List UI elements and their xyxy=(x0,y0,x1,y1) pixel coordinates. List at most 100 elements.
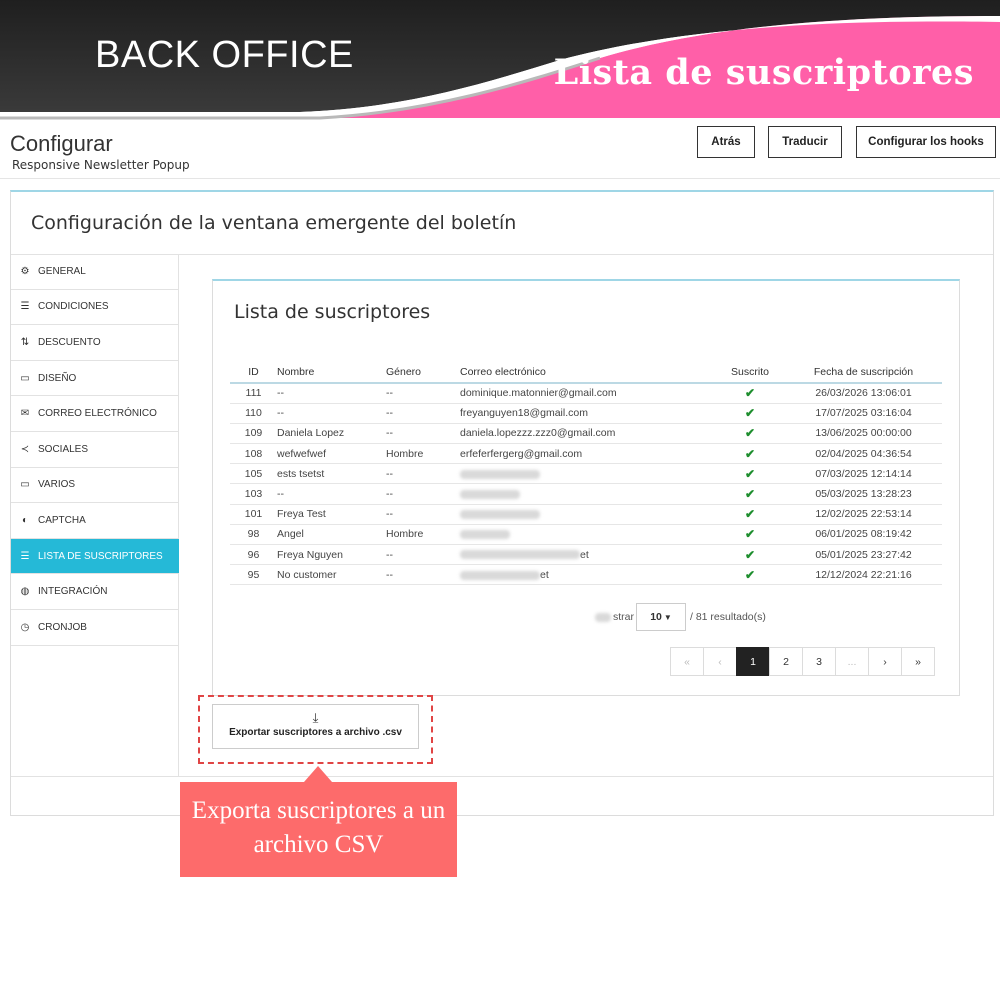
per-page-select[interactable]: 10 ▼ xyxy=(636,603,686,631)
cell-subscribed: ✔ xyxy=(715,564,785,586)
table-row: 110 -- -- freyanguyen18@gmail.com ✔ 17/0… xyxy=(230,403,942,424)
check-icon: ✔ xyxy=(744,406,756,421)
cell-name: No customer xyxy=(277,564,386,586)
sidebar-item-label: GENERAL xyxy=(38,265,86,277)
subscribers-card: Lista de suscriptores ID Nombre Género C… xyxy=(212,279,960,696)
first-page-button[interactable]: « xyxy=(670,647,704,676)
envelope-icon: ✉ xyxy=(20,408,30,420)
cell-subscribed: ✔ xyxy=(715,403,785,424)
cell-id: 105 xyxy=(230,463,277,485)
sidebar-item-email[interactable]: ✉ CORREO ELECTRÓNICO xyxy=(11,396,179,432)
sidebar-item-label: CAPTCHA xyxy=(38,514,86,526)
cell-name: Freya Nguyen xyxy=(277,544,386,566)
pagination: « ‹ 1 2 3 ... › » xyxy=(670,647,935,676)
table-row: 109 Daniela Lopez -- daniela.lopezzz.zzz… xyxy=(230,423,942,445)
sidebar-item-general[interactable]: ⚙ GENERAL xyxy=(11,254,179,290)
cell-name: -- xyxy=(277,403,386,424)
cell-email: daniela.lopezzz.zzz0@gmail.com xyxy=(460,423,715,445)
cell-name: ests tsetst xyxy=(277,463,386,485)
last-page-button[interactable]: » xyxy=(901,647,935,676)
cell-gender: -- xyxy=(386,463,460,485)
sidebar-item-subscribers[interactable]: ☰ LISTA DE SUSCRIPTORES xyxy=(11,538,179,575)
column-header-gender[interactable]: Género xyxy=(386,361,460,384)
cell-subscribed: ✔ xyxy=(715,483,785,505)
callout-pointer xyxy=(304,766,332,782)
sidebar-item-label: CONDICIONES xyxy=(38,301,109,313)
sort-icon: ⇅ xyxy=(20,336,30,348)
check-icon: ✔ xyxy=(744,567,756,582)
export-csv-button[interactable]: ⤓ Exportar suscriptores a archivo .csv xyxy=(212,704,419,749)
cell-subscribed: ✔ xyxy=(715,504,785,525)
cell-email-redacted xyxy=(460,463,715,485)
next-page-button[interactable]: › xyxy=(868,647,902,676)
settings-sidebar: ⚙ GENERAL ☰ CONDICIONES ⇅ DESCUENTO ▭ DI… xyxy=(11,254,179,646)
cell-email: freyanguyen18@gmail.com xyxy=(460,403,715,424)
sidebar-item-conditions[interactable]: ☰ CONDICIONES xyxy=(11,290,179,326)
desktop-icon: ▭ xyxy=(20,479,30,491)
pagination-ellipsis: ... xyxy=(835,647,869,676)
cell-gender: Hombre xyxy=(386,524,460,546)
cell-date: 13/06/2025 00:00:00 xyxy=(785,423,942,445)
sidebar-item-label: VARIOS xyxy=(38,479,76,491)
redacted-email xyxy=(460,509,540,519)
sidebar-item-design[interactable]: ▭ DISEÑO xyxy=(11,361,179,397)
sidebar-item-misc[interactable]: ▭ VARIOS xyxy=(11,468,179,504)
check-icon: ✔ xyxy=(744,507,756,522)
prev-page-button[interactable]: ‹ xyxy=(703,647,737,676)
cell-subscribed: ✔ xyxy=(715,524,785,546)
check-icon: ✔ xyxy=(744,487,756,502)
back-button[interactable]: Atrás xyxy=(697,126,755,158)
cell-date: 05/01/2025 23:27:42 xyxy=(785,544,942,566)
table-row: 95 No customer -- et ✔ 12/12/2024 22:21:… xyxy=(230,564,942,586)
cell-gender: -- xyxy=(386,383,460,404)
cell-name: Freya Test xyxy=(277,504,386,525)
check-icon: ✔ xyxy=(744,466,756,481)
cell-date: 26/03/2026 13:06:01 xyxy=(785,383,942,404)
sidebar-item-label: INTEGRACIÓN xyxy=(38,586,108,598)
cell-gender: -- xyxy=(386,403,460,424)
column-header-id[interactable]: ID xyxy=(230,361,277,384)
sidebar-item-cronjob[interactable]: ◷ CRONJOB xyxy=(11,610,179,646)
sidebar-item-discount[interactable]: ⇅ DESCUENTO xyxy=(11,325,179,361)
sidebar-item-label: CORREO ELECTRÓNICO xyxy=(38,408,157,420)
cell-date: 17/07/2025 03:16:04 xyxy=(785,403,942,424)
globe-icon: ◍ xyxy=(20,586,30,598)
page-1-button[interactable]: 1 xyxy=(736,647,770,676)
cell-subscribed: ✔ xyxy=(715,423,785,445)
table-row: 96 Freya Nguyen -- et ✔ 05/01/2025 23:27… xyxy=(230,544,942,566)
email-suffix: et xyxy=(540,568,549,581)
sidebar-item-label: DESCUENTO xyxy=(38,336,101,348)
banner-page-title: Lista de suscriptores xyxy=(553,52,974,93)
column-header-subscribed[interactable]: Suscrito xyxy=(715,361,785,384)
table-row: 98 Angel Hombre ✔ 06/01/2025 08:19:42 xyxy=(230,524,942,546)
redacted-label xyxy=(595,612,611,622)
cell-id: 101 xyxy=(230,504,277,525)
cell-date: 12/02/2025 22:53:14 xyxy=(785,504,942,525)
page-2-button[interactable]: 2 xyxy=(769,647,803,676)
sidebar-item-captcha[interactable]: ◐ CAPTCHA xyxy=(11,503,179,539)
cell-id: 98 xyxy=(230,524,277,546)
banner-back-office-title: BACK OFFICE xyxy=(95,34,354,76)
translate-button[interactable]: Traducir xyxy=(768,126,842,158)
caret-down-icon: ▼ xyxy=(663,612,672,622)
clock-icon: ◷ xyxy=(20,621,30,633)
cell-email-partial: et xyxy=(460,564,715,586)
redacted-email xyxy=(460,469,540,479)
column-header-date[interactable]: Fecha de suscripción xyxy=(785,361,942,384)
cogs-icon: ⚙ xyxy=(20,265,30,277)
cell-name: Daniela Lopez xyxy=(277,423,386,445)
column-header-email[interactable]: Correo electrónico xyxy=(460,361,715,384)
configure-hooks-button[interactable]: Configurar los hooks xyxy=(856,126,996,158)
cell-date: 12/12/2024 22:21:16 xyxy=(785,564,942,586)
table-row: 105 ests tsetst -- ✔ 07/03/2025 12:14:14 xyxy=(230,463,942,485)
subscribers-table: ID Nombre Género Correo electrónico Susc… xyxy=(230,361,942,586)
sidebar-item-integration[interactable]: ◍ INTEGRACIÓN xyxy=(11,574,179,610)
cell-id: 111 xyxy=(230,383,277,404)
column-header-name[interactable]: Nombre xyxy=(277,361,386,384)
page-3-button[interactable]: 3 xyxy=(802,647,836,676)
config-panel: Configuración de la ventana emergente de… xyxy=(10,190,994,816)
cell-email-redacted xyxy=(460,524,715,546)
sidebar-item-social[interactable]: ≺ SOCIALES xyxy=(11,432,179,468)
cell-email: erfeferfergerg@gmail.com xyxy=(460,443,715,465)
cell-date: 05/03/2025 13:28:23 xyxy=(785,483,942,505)
